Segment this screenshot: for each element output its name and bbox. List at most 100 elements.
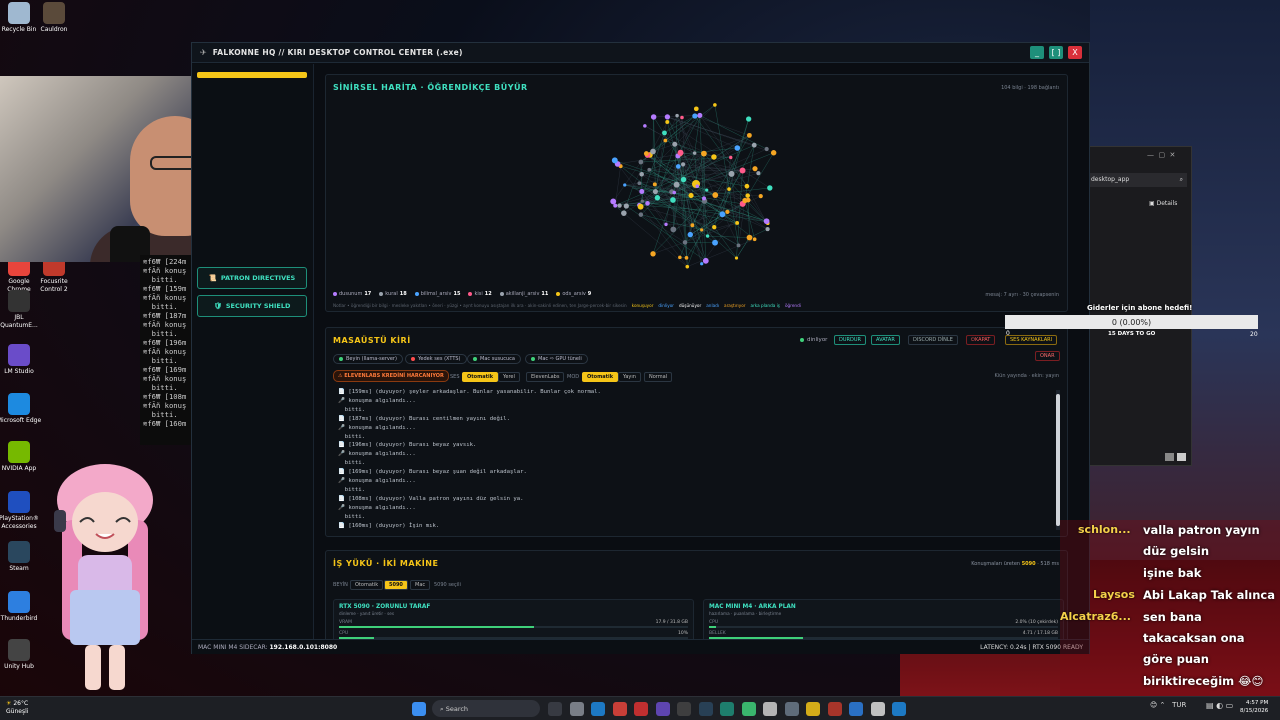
graph-node[interactable]	[734, 256, 739, 260]
graph-node[interactable]	[695, 184, 700, 188]
graph-node[interactable]	[623, 203, 629, 209]
graph-node[interactable]	[727, 187, 731, 191]
start-button[interactable]	[412, 702, 426, 716]
graph-node[interactable]	[719, 211, 726, 218]
graph-node[interactable]	[654, 195, 661, 201]
graph-node[interactable]	[610, 198, 617, 205]
clock[interactable]: 4:57 PM 8/15/2026	[1240, 699, 1268, 715]
taskbar-app-icon[interactable]	[870, 702, 885, 716]
graph-node[interactable]	[678, 255, 682, 260]
graph-node[interactable]	[745, 193, 750, 198]
graph-node[interactable]	[643, 151, 649, 157]
graph-node[interactable]	[752, 237, 757, 242]
graph-node[interactable]	[662, 130, 667, 136]
graph-node[interactable]	[652, 188, 658, 195]
graph-node[interactable]	[713, 103, 717, 107]
desktop-icon[interactable]: Cauldron	[31, 2, 77, 34]
graph-node[interactable]	[744, 183, 750, 189]
desktop-icon[interactable]: Microsoft Edge	[0, 393, 42, 425]
graph-node[interactable]	[705, 234, 710, 238]
brain-option[interactable]: Otomatik	[350, 580, 384, 590]
graph-node[interactable]	[711, 154, 717, 160]
graph-node[interactable]	[735, 221, 740, 225]
graph-node[interactable]	[690, 223, 695, 228]
graph-node[interactable]	[700, 228, 704, 232]
graph-node[interactable]	[765, 226, 770, 232]
graph-node[interactable]	[680, 115, 684, 120]
graph-node[interactable]	[680, 162, 686, 167]
graph-node[interactable]	[702, 196, 707, 201]
graph-node[interactable]	[647, 167, 652, 172]
graph-node[interactable]	[752, 166, 758, 172]
graph-node[interactable]	[621, 210, 627, 216]
graph-node[interactable]	[637, 181, 642, 186]
graph-node[interactable]	[623, 183, 627, 187]
graph-node[interactable]	[672, 141, 678, 147]
graph-node[interactable]	[705, 188, 709, 192]
graph-node[interactable]	[746, 132, 752, 138]
graph-node[interactable]	[758, 194, 763, 199]
graph-node[interactable]	[652, 182, 657, 187]
graph-node[interactable]	[645, 201, 650, 206]
graph-node[interactable]	[617, 203, 622, 208]
graph-node[interactable]	[751, 142, 757, 148]
desktop-icon[interactable]: JBL QuantumE...	[0, 290, 42, 330]
graph-node[interactable]	[700, 262, 704, 266]
graph-node[interactable]	[728, 170, 735, 177]
taskbar-app-icon[interactable]	[827, 702, 842, 716]
graph-node[interactable]	[638, 212, 644, 217]
graph-node[interactable]	[763, 218, 770, 225]
graph-node[interactable]	[650, 148, 656, 155]
desktop-icon[interactable]: Steam	[0, 541, 42, 573]
taskbar-app-icon[interactable]	[784, 702, 799, 716]
graph-node[interactable]	[702, 257, 709, 264]
taskbar-app-icon[interactable]	[763, 702, 777, 716]
graph-node[interactable]	[745, 116, 752, 122]
graph-node[interactable]	[650, 114, 657, 120]
graph-node[interactable]	[697, 112, 703, 118]
graph-node[interactable]	[670, 226, 677, 233]
graph-node[interactable]	[770, 150, 777, 156]
brain-option[interactable]: Mac	[410, 580, 431, 590]
graph-node[interactable]	[665, 120, 670, 124]
durdur-button[interactable]: DURDUR	[834, 335, 866, 345]
graph-node[interactable]	[663, 138, 668, 143]
taskbar-app-icon[interactable]	[677, 702, 691, 716]
desktop-icon[interactable]: PlayStation® Accessories	[0, 491, 42, 531]
graph-node[interactable]	[712, 225, 717, 230]
graph-node[interactable]	[692, 151, 697, 155]
log-scrollbar[interactable]	[1056, 390, 1060, 530]
weather-widget[interactable]: ☀ 26°C Güneşli	[6, 700, 28, 716]
graph-node[interactable]	[650, 251, 656, 257]
graph-node[interactable]	[712, 192, 719, 198]
desktop-icon[interactable]: Thunderbird	[0, 591, 42, 623]
graph-node[interactable]	[637, 203, 644, 210]
view-details-icon[interactable]	[1165, 453, 1174, 461]
patron-directives-button[interactable]: 📜 PATRON DIRECTIVES	[197, 267, 307, 289]
ses-option[interactable]: ElevenLabs	[526, 372, 565, 382]
graph-node[interactable]	[742, 197, 748, 204]
desktop-icon[interactable]: NVIDIA App	[0, 441, 42, 473]
graph-node[interactable]	[675, 113, 679, 118]
graph-node[interactable]	[764, 146, 769, 152]
graph-node[interactable]	[677, 149, 684, 156]
onar-button[interactable]: ONAR	[1035, 351, 1060, 361]
graph-node[interactable]	[673, 181, 680, 188]
mod-option[interactable]: Yayın	[618, 372, 641, 382]
security-shield-button[interactable]: 🛡 SECURITY SHIELD	[197, 295, 307, 317]
taskbar-app-icon[interactable]	[806, 702, 820, 716]
graph-node[interactable]	[664, 222, 668, 227]
graph-node[interactable]	[701, 150, 707, 157]
taskbar-app-icon[interactable]	[698, 702, 713, 716]
discord-listen-button[interactable]: DISCORD DİNLE	[908, 335, 958, 345]
graph-node[interactable]	[767, 185, 773, 191]
mod-option[interactable]: Normal	[644, 372, 673, 382]
graph-node[interactable]	[687, 231, 693, 238]
graph-node[interactable]	[739, 167, 746, 174]
graph-node[interactable]	[638, 159, 644, 165]
graph-node[interactable]	[640, 199, 644, 203]
mod-option[interactable]: Otomatik	[582, 372, 619, 382]
graph-node[interactable]	[725, 209, 730, 214]
taskbar-app-icon[interactable]	[892, 702, 906, 716]
graph-node[interactable]	[664, 114, 671, 120]
